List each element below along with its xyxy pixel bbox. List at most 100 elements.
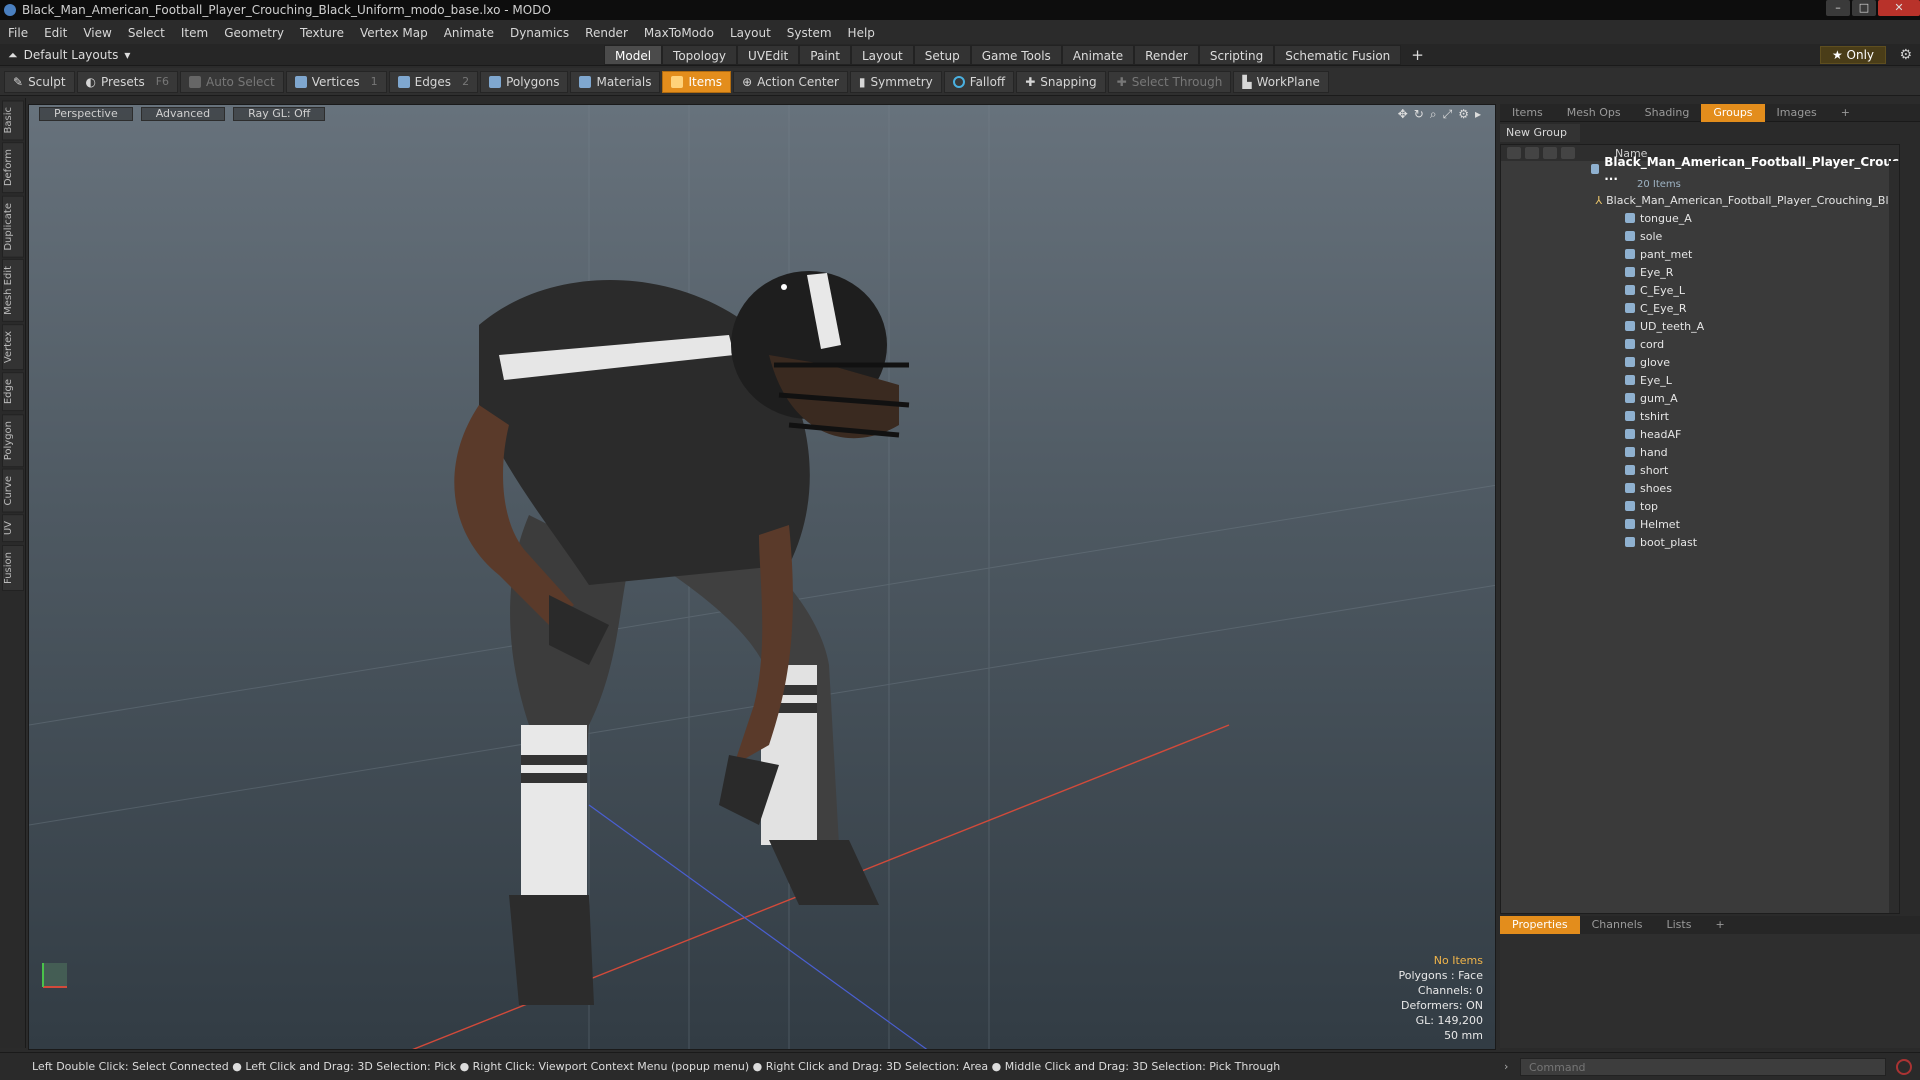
tab-channels[interactable]: Channels [1580, 916, 1655, 934]
group-row[interactable]: Black_Man_American_Football_Player_Crouc… [1501, 155, 1899, 183]
locator-row[interactable]: ⅄ Black_Man_American_Football_Player_Cro… [1501, 191, 1899, 209]
list-item[interactable]: C_Eye_R [1501, 299, 1899, 317]
list-item[interactable]: glove [1501, 353, 1899, 371]
menu-vertex-map[interactable]: Vertex Map [352, 26, 436, 40]
tab-model[interactable]: Model [604, 45, 663, 65]
sculpt-button[interactable]: ✎ Sculpt [4, 70, 75, 93]
add-panel-tab-icon[interactable]: + [1829, 104, 1862, 122]
menu-system[interactable]: System [779, 26, 840, 40]
tab-deform[interactable]: Deform [2, 142, 24, 194]
tab-groups[interactable]: Groups [1701, 103, 1765, 122]
edges-button[interactable]: Edges 2 [388, 70, 479, 93]
render-icon[interactable] [1525, 147, 1539, 159]
snapping-button[interactable]: ✚ Snapping [1016, 70, 1106, 93]
menu-layout[interactable]: Layout [722, 26, 779, 40]
tab-vertex[interactable]: Vertex [2, 324, 24, 371]
tab-properties[interactable]: Properties [1500, 916, 1580, 934]
tab-curve[interactable]: Curve [2, 468, 24, 513]
close-button[interactable]: ✕ [1878, 0, 1920, 16]
tab-duplicate[interactable]: Duplicate [2, 195, 24, 258]
menu-geometry[interactable]: Geometry [216, 26, 292, 40]
tab-items[interactable]: Items [1500, 104, 1555, 122]
tab-polygon[interactable]: Polygon [2, 413, 24, 467]
tab-game-tools[interactable]: Game Tools [970, 45, 1062, 65]
add-properties-tab-icon[interactable]: + [1703, 916, 1736, 934]
tab-render[interactable]: Render [1134, 45, 1199, 65]
view-type-button[interactable]: Perspective [39, 107, 133, 121]
symmetry-button[interactable]: ▮ Symmetry [849, 70, 942, 93]
list-item[interactable]: pant_met [1501, 245, 1899, 263]
menu-item[interactable]: Item [173, 26, 216, 40]
tab-uvedit[interactable]: UVEdit [737, 45, 800, 65]
new-group-button[interactable]: New Group [1500, 124, 1580, 142]
3d-viewport[interactable]: Perspective Advanced Ray GL: Off ✥ ↻ ⌕ ⤢… [28, 104, 1496, 1050]
viewport-menu-arrow-icon[interactable]: ▸ [1475, 107, 1481, 122]
list-item[interactable]: top [1501, 497, 1899, 515]
eye-icon[interactable] [1507, 147, 1521, 159]
polygons-button[interactable]: Polygons [480, 70, 569, 93]
select-icon[interactable] [1561, 147, 1575, 159]
menu-maxtomodo[interactable]: MaxToModo [636, 26, 722, 40]
list-item[interactable]: shoes [1501, 479, 1899, 497]
list-item[interactable]: Eye_L [1501, 371, 1899, 389]
tab-animate[interactable]: Animate [1061, 45, 1135, 65]
minimize-button[interactable]: – [1826, 0, 1850, 16]
tab-fusion[interactable]: Fusion [2, 544, 24, 591]
menu-render[interactable]: Render [577, 26, 636, 40]
tab-images[interactable]: Images [1765, 104, 1829, 122]
list-item[interactable]: boot_plast [1501, 533, 1899, 551]
command-record-icon[interactable] [1896, 1059, 1912, 1075]
add-tab-icon[interactable]: + [1401, 45, 1434, 65]
raygl-button[interactable]: Ray GL: Off [233, 107, 326, 121]
list-item[interactable]: tongue_A [1501, 209, 1899, 227]
workplane-button[interactable]: ▙ WorkPlane [1233, 70, 1329, 93]
groups-list-scrollbar[interactable] [1889, 161, 1899, 913]
command-input[interactable] [1520, 1058, 1886, 1076]
tab-mesh-edit[interactable]: Mesh Edit [2, 259, 24, 323]
list-item[interactable]: C_Eye_L [1501, 281, 1899, 299]
gear-icon[interactable]: ⚙ [1899, 47, 1912, 63]
items-button[interactable]: Items [662, 70, 732, 93]
list-item[interactable]: headAF [1501, 425, 1899, 443]
viewport-gear-icon[interactable]: ⚙ [1458, 107, 1469, 122]
auto-select-button[interactable]: Auto Select [180, 70, 284, 93]
menu-edit[interactable]: Edit [36, 26, 75, 40]
menu-help[interactable]: Help [840, 26, 883, 40]
menu-dynamics[interactable]: Dynamics [502, 26, 577, 40]
rotate-icon[interactable]: ↻ [1414, 107, 1424, 122]
command-expand-icon[interactable]: › [1504, 1060, 1508, 1073]
list-item[interactable]: sole [1501, 227, 1899, 245]
list-item[interactable]: Eye_R [1501, 263, 1899, 281]
menu-select[interactable]: Select [120, 26, 173, 40]
tab-mesh-ops[interactable]: Mesh Ops [1555, 104, 1633, 122]
maximize-button[interactable]: □ [1852, 0, 1876, 16]
tab-setup[interactable]: Setup [913, 45, 971, 65]
list-item[interactable]: hand [1501, 443, 1899, 461]
tab-topology[interactable]: Topology [662, 45, 738, 65]
list-item[interactable]: Helmet [1501, 515, 1899, 533]
action-center-button[interactable]: ⊕ Action Center [733, 70, 848, 93]
list-item[interactable]: short [1501, 461, 1899, 479]
tab-lists[interactable]: Lists [1655, 916, 1704, 934]
only-toggle-button[interactable]: ★ Only [1820, 46, 1886, 64]
tab-edge[interactable]: Edge [2, 372, 24, 412]
list-item[interactable]: gum_A [1501, 389, 1899, 407]
tab-schematic-fusion[interactable]: Schematic Fusion [1274, 45, 1402, 65]
tab-scripting[interactable]: Scripting [1198, 45, 1275, 65]
tab-layout[interactable]: Layout [850, 45, 914, 65]
vertices-button[interactable]: Vertices 1 [285, 70, 387, 93]
menu-view[interactable]: View [75, 26, 119, 40]
maximize-icon[interactable]: ⤢ [1443, 107, 1453, 122]
falloff-button[interactable]: Falloff [943, 70, 1015, 93]
list-item[interactable]: UD_teeth_A [1501, 317, 1899, 335]
layout-dropdown[interactable]: ⏶ Default Layouts ▾ [8, 47, 130, 63]
select-through-button[interactable]: ✚ Select Through [1107, 70, 1232, 93]
tab-paint[interactable]: Paint [799, 45, 851, 65]
menu-file[interactable]: File [0, 26, 36, 40]
materials-button[interactable]: Materials [570, 70, 661, 93]
tab-shading[interactable]: Shading [1633, 104, 1702, 122]
zoom-icon[interactable]: ⌕ [1430, 107, 1437, 122]
presets-button[interactable]: ◐ Presets F6 [76, 70, 179, 93]
tab-basic[interactable]: Basic [2, 100, 24, 141]
pan-icon[interactable]: ✥ [1398, 107, 1408, 122]
